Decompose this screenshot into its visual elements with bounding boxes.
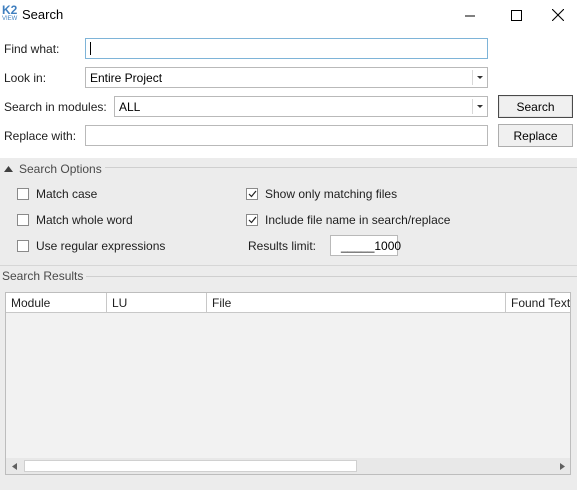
include-file-name-option[interactable]: Include file name in search/replace — [246, 213, 450, 227]
minimize-button[interactable] — [447, 0, 493, 30]
column-header-found-text[interactable]: Found Text — [506, 293, 570, 313]
use-regex-checkbox[interactable] — [17, 240, 29, 252]
search-modules-label: Search in modules: — [4, 100, 107, 114]
group-divider — [96, 167, 577, 168]
match-case-label: Match case — [36, 187, 98, 201]
show-only-matching-label: Show only matching files — [265, 187, 398, 201]
window-title: Search — [22, 7, 64, 22]
checkmark-icon — [248, 190, 256, 198]
app-logo: K2 VIEW — [2, 4, 18, 26]
maximize-button[interactable] — [493, 0, 539, 30]
results-limit-input[interactable]: _____1000 — [330, 235, 402, 256]
chevron-down-icon[interactable] — [473, 68, 487, 87]
include-file-name-label: Include file name in search/replace — [265, 213, 451, 227]
scroll-right-button[interactable] — [554, 458, 570, 474]
search-modules-dropdown[interactable]: ALL — [114, 96, 488, 117]
find-what-input[interactable] — [85, 38, 488, 59]
use-regex-label: Use regular expressions — [36, 239, 166, 253]
scroll-left-button[interactable] — [6, 458, 22, 474]
column-header-module[interactable]: Module — [6, 293, 107, 313]
look-in-value: Entire Project — [90, 70, 163, 85]
match-case-checkbox[interactable] — [17, 188, 29, 200]
search-options-header[interactable]: Search Options — [4, 162, 105, 176]
chevron-down-icon[interactable] — [473, 97, 487, 116]
scrollbar-thumb[interactable] — [24, 460, 357, 472]
title-bar: K2 VIEW Search — [0, 0, 577, 30]
close-button[interactable] — [539, 0, 577, 30]
group-divider — [78, 276, 577, 277]
panel-divider — [0, 265, 577, 266]
chevron-left-icon — [11, 462, 17, 470]
maximize-icon — [510, 9, 522, 21]
minimize-icon — [464, 15, 475, 16]
look-in-dropdown[interactable]: Entire Project — [85, 67, 488, 88]
checkmark-icon — [248, 216, 256, 224]
text-caret — [90, 42, 91, 55]
search-button[interactable]: Search — [498, 95, 573, 118]
search-results-title: Search Results — [2, 269, 87, 283]
replace-button[interactable]: Replace — [498, 124, 573, 147]
search-modules-value: ALL — [119, 99, 141, 114]
logo-text: K2 — [2, 3, 18, 17]
find-what-label: Find what: — [4, 42, 60, 56]
collapse-triangle-icon — [4, 166, 13, 172]
match-whole-word-option[interactable]: Match whole word — [17, 213, 133, 227]
show-only-matching-option[interactable]: Show only matching files — [246, 187, 397, 201]
search-options-title: Search Options — [19, 162, 105, 176]
match-whole-word-checkbox[interactable] — [17, 214, 29, 226]
results-limit-label: Results limit: — [248, 239, 317, 253]
match-whole-word-label: Match whole word — [36, 213, 133, 227]
column-header-file[interactable]: File — [207, 293, 506, 313]
horizontal-scrollbar[interactable] — [6, 458, 570, 474]
close-icon — [552, 9, 564, 21]
logo-subtext: VIEW — [2, 16, 18, 22]
column-header-lu[interactable]: LU — [107, 293, 207, 313]
replace-with-label: Replace with: — [4, 129, 77, 143]
use-regex-option[interactable]: Use regular expressions — [17, 239, 165, 253]
show-only-matching-checkbox[interactable] — [246, 188, 258, 200]
results-limit-value: _____1000 — [341, 238, 402, 253]
include-file-name-checkbox[interactable] — [246, 214, 258, 226]
replace-with-input[interactable] — [85, 125, 488, 146]
results-table[interactable]: Module LU File Found Text — [5, 292, 571, 475]
chevron-right-icon — [559, 462, 565, 470]
match-case-option[interactable]: Match case — [17, 187, 97, 201]
look-in-label: Look in: — [4, 71, 47, 85]
